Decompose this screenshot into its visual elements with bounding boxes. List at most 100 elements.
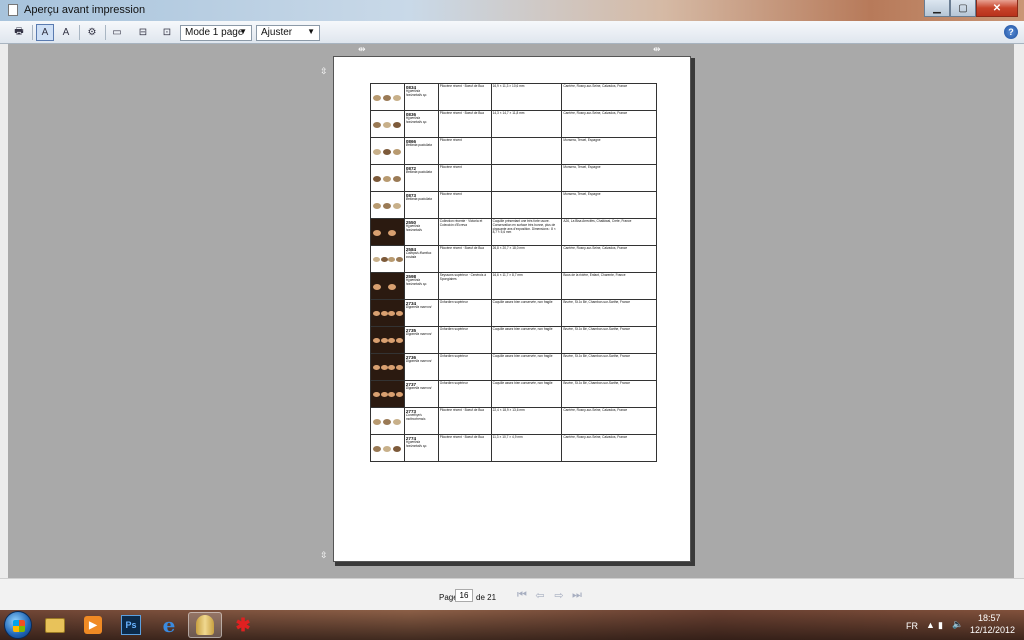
shell-specimen-icon bbox=[395, 365, 403, 370]
shell-specimen-icon bbox=[388, 338, 395, 343]
language-indicator[interactable]: FR bbox=[906, 621, 918, 631]
portrait-button[interactable]: A bbox=[36, 24, 54, 41]
page-mode-select[interactable]: Mode 1 page ▼ bbox=[180, 25, 252, 41]
arrow-left-icon: ⇦ bbox=[535, 589, 545, 602]
specimen-ref: 2735 Digonella marconi bbox=[403, 326, 439, 354]
right-margin-handle-icon[interactable]: ⇹ bbox=[653, 44, 661, 55]
dimensions-cell: 16,9 × 11,3 × 10,6 mm bbox=[490, 83, 563, 111]
species-name: Digonella marconi bbox=[405, 332, 432, 336]
specimen-ref: 2734 Digonella marconi bbox=[403, 299, 439, 327]
photoshop-icon: Ps bbox=[121, 615, 141, 635]
specimen-photo bbox=[370, 164, 405, 192]
dimensions-cell: Coquille assez bien conservée, non fragi… bbox=[490, 299, 563, 327]
next-page-button[interactable]: ⇨ bbox=[551, 588, 567, 602]
header-footer-button[interactable]: ▭ bbox=[108, 24, 126, 41]
specimen-ref: 0834 Hyperlinia horizontalis sp. bbox=[403, 83, 439, 111]
specimen-photo bbox=[370, 110, 405, 138]
stratigraphy-cell: Oxfordien supérieur bbox=[437, 353, 492, 381]
previous-page-button[interactable]: ⇦ bbox=[532, 588, 548, 602]
dimensions-cell: Coquille assez bien conservée, non fragi… bbox=[490, 380, 563, 408]
shell-specimen-icon bbox=[393, 203, 401, 209]
specimen-photo bbox=[370, 299, 405, 327]
shell-specimen-icon bbox=[380, 338, 388, 343]
page-mode-value: Mode 1 page bbox=[185, 27, 244, 38]
table-row: 0866 Bellanta pustuliata Pliocène récent Mo… bbox=[370, 137, 657, 165]
table-row: 0836 Hyperlinia horizontalis sp. Pliocène … bbox=[370, 110, 657, 138]
close-button[interactable]: ✕ bbox=[976, 0, 1018, 17]
preview-page: 0834 Hyperlinia horizontalis sp. Pliocène … bbox=[333, 56, 691, 562]
dimensions-cell: Coquille présentant une très forte usure… bbox=[490, 218, 563, 246]
first-page-button[interactable]: ⏮ bbox=[514, 588, 530, 602]
species-name: Bellanta pustuliata bbox=[405, 170, 432, 174]
start-button[interactable] bbox=[4, 611, 32, 639]
last-page-icon: ⏭ bbox=[572, 588, 582, 601]
show-hidden-icons-icon[interactable]: ▲ bbox=[926, 620, 935, 630]
taskbar-internet-explorer[interactable]: e bbox=[152, 612, 186, 638]
maximize-button[interactable]: ▢ bbox=[950, 0, 976, 17]
shell-specimen-icon bbox=[393, 176, 401, 182]
page-number-input[interactable]: 16 bbox=[455, 589, 473, 602]
maximize-icon: ▢ bbox=[958, 2, 968, 14]
specimen-photo bbox=[370, 83, 405, 111]
help-button[interactable]: ? bbox=[1004, 25, 1018, 39]
full-page-icon: ⊡ bbox=[162, 27, 172, 38]
volume-icon[interactable]: 🔈 bbox=[952, 619, 963, 630]
preview-area[interactable]: ⇹ ⇹ ⇳ ⇳ 0834 Hyperlinia horizontalis sp. P… bbox=[0, 44, 1024, 578]
clock-time[interactable]: 18:57 bbox=[978, 613, 1001, 623]
taskbar-photoshop[interactable]: Ps bbox=[114, 612, 148, 638]
species-name: Hyperlinia horizontalis sp. bbox=[405, 116, 428, 124]
print-button[interactable]: 🖶 bbox=[10, 24, 28, 41]
taskbar-app-red[interactable]: ✱ bbox=[226, 612, 260, 638]
shell-specimen-icon bbox=[388, 311, 395, 316]
specimen-photo bbox=[370, 137, 405, 165]
specimen-photo bbox=[370, 353, 405, 381]
shell-specimen-icon bbox=[388, 284, 396, 290]
specimen-photo bbox=[370, 326, 405, 354]
zoom-select[interactable]: Ajuster ▼ bbox=[256, 25, 320, 41]
chevron-down-icon: ▼ bbox=[239, 27, 247, 36]
locality-cell: Bous de la rivière, Enfant, Charente, Fr… bbox=[561, 272, 657, 300]
taskbar-active-app[interactable] bbox=[188, 612, 222, 638]
shell-specimen-icon bbox=[395, 257, 403, 262]
species-name: Hyperlinia horizontalis sp. bbox=[405, 440, 428, 448]
shell-specimen-icon bbox=[380, 365, 388, 370]
full-page-button[interactable]: ⊡ bbox=[158, 24, 176, 41]
shell-specimen-icon bbox=[395, 392, 403, 397]
pager-bar: Page 16 de 21 ⏮ ⇦ ⇨ ⏭ bbox=[0, 578, 1024, 610]
left-margin-handle-icon[interactable]: ⇹ bbox=[358, 44, 366, 55]
zoom-value: Ajuster bbox=[261, 27, 293, 38]
shell-specimen-icon bbox=[393, 122, 401, 128]
locality-cell: Bruère, St Jo Bé, Chambon-sur-Sarthe, Fr… bbox=[561, 353, 657, 381]
taskbar-explorer[interactable] bbox=[38, 612, 72, 638]
specimen-ref: 2773 Cuneithyris moltrochensis bbox=[403, 407, 439, 435]
dimensions-cell bbox=[490, 164, 563, 192]
species-name: Hyperlinia horizontalis bbox=[405, 224, 422, 232]
top-margin-handle-icon[interactable]: ⇳ bbox=[320, 66, 328, 77]
shell-specimen-icon bbox=[388, 392, 395, 397]
locality-cell: Bruère, St Jo Bé, Chambon-sur-Sarthe, Fr… bbox=[561, 326, 657, 354]
table-row: 2584 Callopsis filamitus costata Pliocène … bbox=[370, 245, 657, 273]
specimen-photo bbox=[370, 380, 405, 408]
full-width-button[interactable]: ⊟ bbox=[134, 24, 152, 41]
specimen-photo bbox=[370, 407, 405, 435]
last-page-button[interactable]: ⏭ bbox=[569, 588, 585, 602]
clock-date[interactable]: 12/12/2012 bbox=[970, 625, 1015, 635]
specimen-ref: 2598 Hyperlinia horizontalis sp. bbox=[403, 272, 439, 300]
network-icon[interactable]: ▮ bbox=[938, 620, 943, 631]
shell-specimen-icon bbox=[373, 365, 380, 370]
page-setup-button[interactable]: ⚙ bbox=[83, 24, 101, 41]
locality-cell: Monsera, Teruel, Espagne bbox=[561, 137, 657, 165]
specimen-ref: 2584 Callopsis filamitus costata bbox=[403, 245, 439, 273]
help-icon: ? bbox=[1008, 27, 1014, 37]
shell-specimen-icon bbox=[373, 149, 381, 155]
shell-specimen-icon bbox=[383, 149, 391, 155]
landscape-button[interactable]: A bbox=[57, 24, 75, 41]
shell-specimen-icon bbox=[383, 95, 391, 101]
specimen-photo bbox=[370, 272, 405, 300]
table-row: 2773 Cuneithyris moltrochensis Pliocène ré… bbox=[370, 407, 657, 435]
shell-specimen-icon bbox=[383, 122, 391, 128]
minimize-button[interactable]: ▁ bbox=[924, 0, 950, 17]
toolbar-separator bbox=[32, 25, 33, 40]
taskbar-media-player[interactable]: ▶ bbox=[76, 612, 110, 638]
bottom-margin-handle-icon[interactable]: ⇳ bbox=[320, 550, 328, 561]
